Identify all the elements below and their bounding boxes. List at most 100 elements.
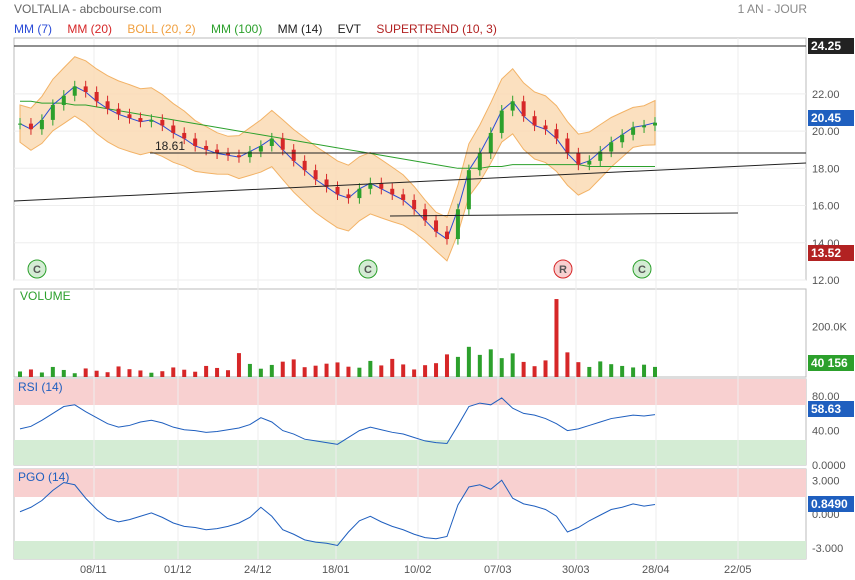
volume-bars [18, 299, 657, 377]
candle-body [269, 138, 274, 146]
candle-body [226, 153, 231, 156]
candle-body [116, 108, 121, 115]
volume-bar [565, 352, 570, 377]
volume-bar [357, 367, 362, 377]
candle-body [642, 125, 647, 128]
volume-bar [576, 362, 581, 377]
candle-body [620, 134, 625, 143]
candle-body [587, 160, 592, 165]
candle-body [477, 153, 482, 171]
candle-body [105, 101, 110, 109]
volume-bar [499, 358, 504, 377]
candle-body [346, 194, 351, 199]
volume-bar [28, 369, 33, 377]
price-panel [13, 37, 807, 281]
tag-rsi: 58.63 [808, 401, 854, 417]
volume-bar [226, 370, 231, 377]
volume-bar [368, 360, 373, 377]
candle-body [171, 125, 176, 133]
volume-bar [182, 369, 187, 377]
candle-body [149, 119, 154, 122]
candle-body [379, 183, 384, 189]
volume-bar [477, 354, 482, 377]
volume-bar [61, 369, 66, 377]
candle-body [466, 170, 471, 210]
volume-bar [587, 366, 592, 377]
volume-bar [390, 358, 395, 377]
signal-marker-label: R [559, 264, 567, 276]
candle-body [236, 155, 241, 158]
volume-bar [116, 366, 121, 377]
candle-body [401, 194, 406, 200]
volume-bar [521, 361, 526, 377]
volume-bar [138, 370, 143, 377]
volume-bar [642, 364, 647, 377]
candle-body [521, 101, 526, 117]
volume-bar [171, 367, 176, 377]
x-tick-label: 01/12 [164, 564, 192, 576]
volume-bar [258, 368, 263, 377]
candle-body [609, 142, 614, 152]
candle-body [412, 199, 417, 210]
volume-bar [434, 363, 439, 377]
rsi-tick-label: 40.00 [812, 426, 840, 438]
candle-body [455, 209, 460, 240]
signal-marker-label: C [638, 264, 646, 276]
candle-body [313, 170, 318, 180]
candle-body [302, 160, 307, 171]
candle-body [72, 86, 77, 96]
volume-bar [39, 372, 44, 377]
candle-body [631, 127, 636, 135]
volume-bar [488, 349, 493, 377]
volume-bar [324, 363, 329, 377]
x-tick-label: 10/02 [404, 564, 432, 576]
volume-bar [653, 366, 657, 377]
price-tick-label: 22.00 [812, 89, 840, 101]
price-tick-label: 20.00 [812, 126, 840, 138]
volume-tick-label: 200.0K [812, 322, 848, 334]
volume-bar [335, 362, 340, 377]
volume-bar [204, 365, 209, 377]
volume-bar [379, 365, 384, 377]
rsi-label: RSI (14) [18, 380, 63, 394]
volume-bar [313, 365, 318, 377]
candle-body [423, 209, 428, 221]
candle-body [565, 138, 570, 154]
rsi-tick-label: 0.0000 [812, 460, 846, 472]
volume-bar [280, 361, 285, 377]
volume-bar [620, 365, 625, 377]
candle-body [499, 110, 504, 133]
bollinger-area [19, 56, 656, 262]
chart-canvas[interactable]: 12.0014.0016.0018.0020.0022.0008/11 01/12… [0, 0, 855, 580]
candle-body [127, 114, 132, 119]
volume-bar [510, 353, 515, 377]
rsi-overbought-zone [14, 379, 806, 405]
volume-bar [83, 368, 88, 377]
bollinger-band [19, 56, 656, 262]
volume-bar [455, 356, 460, 377]
candle-body [160, 119, 165, 126]
candle-body [193, 138, 198, 146]
candle-body [543, 125, 548, 130]
candle-body [576, 153, 581, 165]
volume-bar [94, 370, 99, 377]
volume-bar [543, 360, 548, 377]
price-tick-label: 12.00 [812, 275, 840, 287]
tag-last-price: 20.45 [808, 110, 854, 126]
volume-bar [532, 366, 537, 377]
candle-body [390, 188, 395, 195]
signal-marker-label: C [364, 264, 372, 276]
volume-bar [466, 346, 471, 377]
level-label: 18.61 [155, 139, 185, 153]
candle-body [182, 132, 187, 139]
volume-bar [609, 364, 614, 377]
volume-bar [302, 367, 307, 377]
candle-body [50, 105, 55, 120]
tag-volume: 40 156 [808, 355, 854, 371]
tag-low: 13.52 [808, 245, 854, 261]
volume-bar [554, 299, 559, 377]
candle-body [444, 231, 449, 240]
volume-bar [247, 363, 252, 377]
candle-body [653, 122, 657, 126]
x-tick-label: 24/12 [244, 564, 272, 576]
